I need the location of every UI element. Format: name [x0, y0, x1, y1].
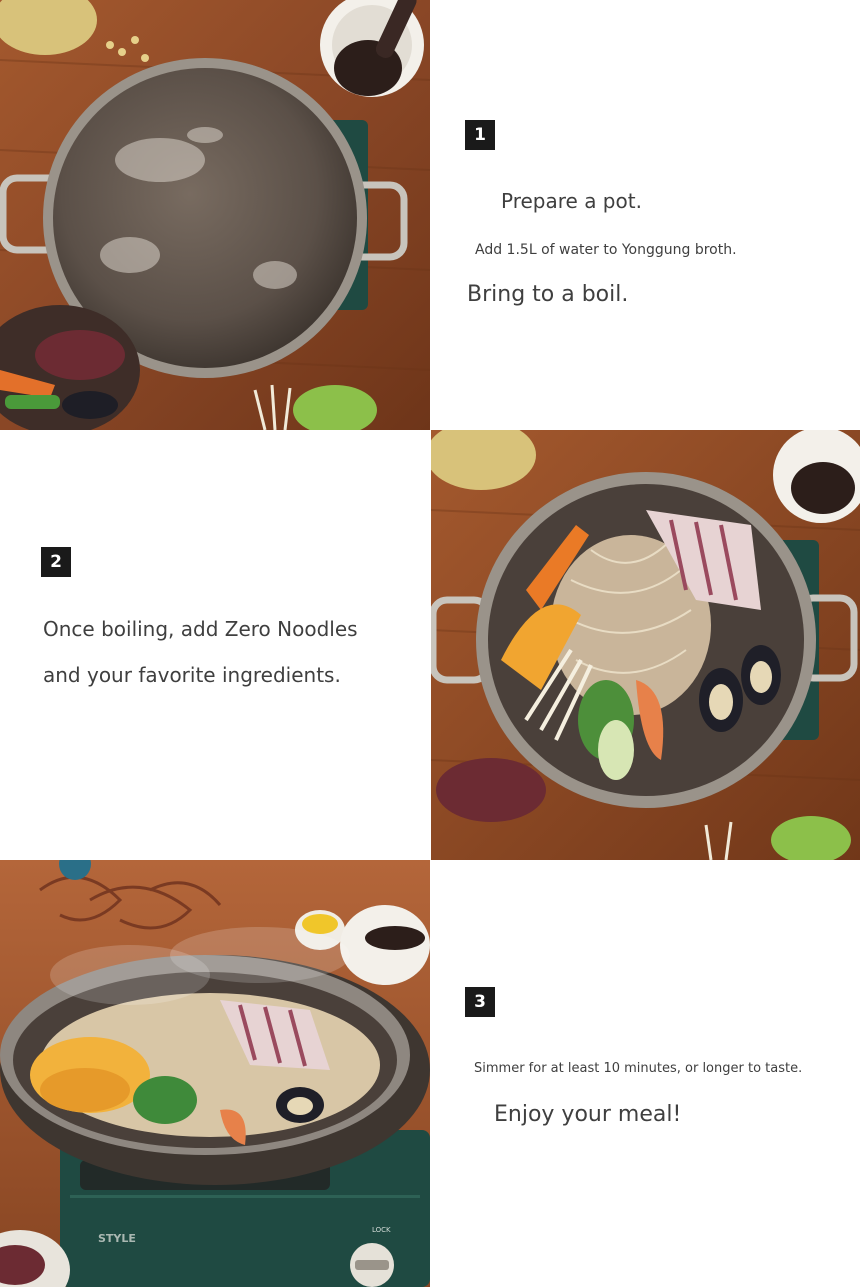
step3-text-panel: 3 Simmer for at least 10 minutes, or lon…	[430, 860, 860, 1287]
stove-brand-label: STYLE	[98, 1232, 136, 1245]
stove-lock-label: LOCK	[372, 1226, 391, 1234]
step1-action: Bring to a boil.	[467, 282, 629, 307]
step2-line1: Once boiling, add Zero Noodles	[43, 617, 358, 641]
step3-closing: Enjoy your meal!	[494, 1102, 682, 1127]
step1-title: Prepare a pot.	[501, 189, 642, 213]
step1-image	[0, 0, 430, 430]
step2-number-badge: 2	[41, 547, 71, 577]
step2-text-panel: 2 Once boiling, add Zero Noodles and you…	[0, 430, 431, 860]
step3-number-badge: 3	[465, 987, 495, 1017]
step1-text-panel: 1 Prepare a pot. Add 1.5L of water to Yo…	[430, 0, 860, 430]
step1-number-badge: 1	[465, 120, 495, 150]
step3-detail: Simmer for at least 10 minutes, or longe…	[474, 1061, 803, 1076]
step3-image: STYLE LOCK	[0, 860, 430, 1287]
step2-image	[431, 430, 860, 860]
step1-detail: Add 1.5L of water to Yonggung broth.	[475, 242, 737, 258]
step2-line2: and your favorite ingredients.	[43, 663, 341, 687]
